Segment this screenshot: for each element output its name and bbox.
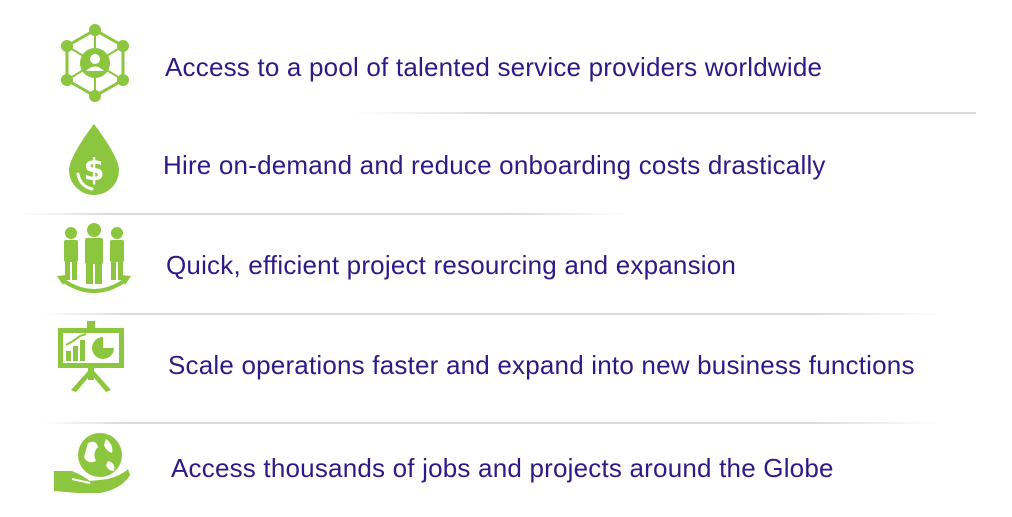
benefit-item-talent-pool: Access to a pool of talented service pro… [0, 0, 1012, 102]
money-drop-icon: $ [66, 122, 122, 196]
benefit-label: Scale operations faster and expand into … [168, 350, 915, 380]
benefit-label: Quick, efficient project resourcing and … [166, 250, 737, 280]
benefit-label: Access thousands of jobs and projects ar… [171, 453, 834, 483]
svg-text:$: $ [84, 153, 105, 188]
benefit-item-on-demand: $ Hire on-demand and reduce onboarding c… [0, 110, 1012, 210]
benefit-label: Access to a pool of talented service pro… [165, 52, 823, 82]
benefit-item-resourcing: Quick, efficient project resourcing and … [0, 215, 1012, 315]
benefit-item-global-jobs: Access thousands of jobs and projects ar… [0, 417, 1012, 517]
team-cycle-icon [55, 221, 133, 301]
presentation-board-icon [56, 321, 126, 393]
globe-hand-icon [52, 431, 132, 501]
benefit-item-scale: Scale operations faster and expand into … [0, 315, 1012, 415]
network-people-icon [55, 24, 135, 104]
benefit-label: Hire on-demand and reduce onboarding cos… [163, 150, 826, 180]
